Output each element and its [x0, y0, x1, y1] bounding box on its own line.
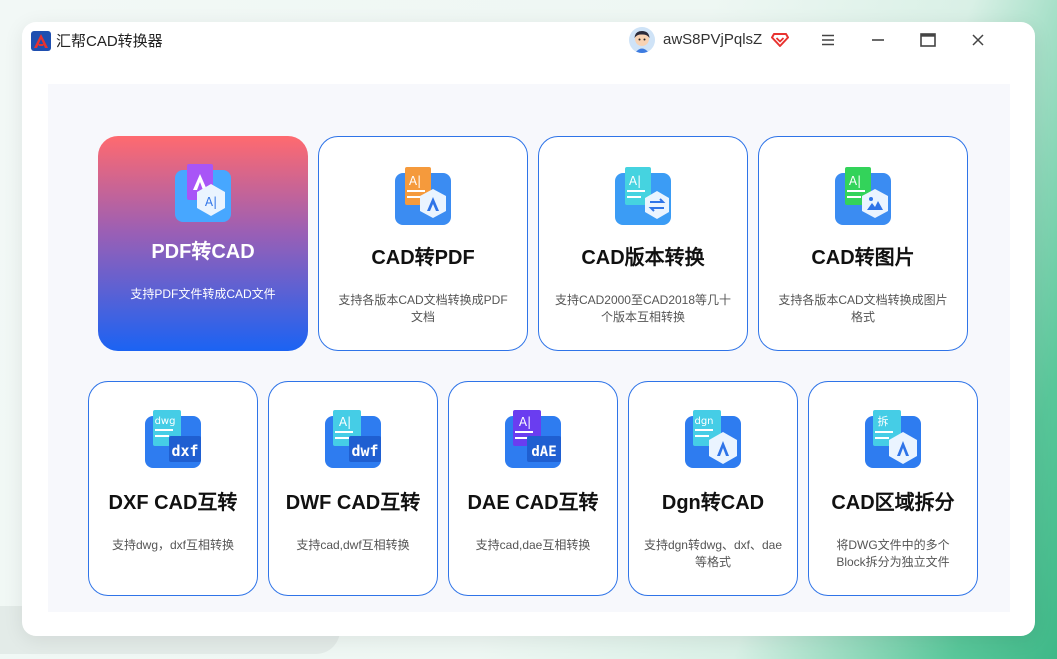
card-dae[interactable]: A| dAE DAE CAD互转 支持cad,dae互相转换	[448, 381, 618, 596]
card-description: 支持各版本CAD文档转换成图片格式	[778, 293, 948, 324]
split-tag: 拆	[878, 414, 889, 428]
card-dwf[interactable]: A| dwf DWF CAD互转 支持cad,dwf互相转换	[268, 381, 438, 596]
title-bar: 汇帮CAD转换器 awS8PVjPqlsZ	[26, 22, 988, 62]
close-button[interactable]	[967, 29, 989, 51]
card-title: CAD区域拆分	[831, 492, 955, 514]
card-title: CAD转PDF	[371, 247, 475, 269]
menu-button[interactable]	[817, 29, 839, 51]
card-description: 支持dwg，dxf互相转换	[111, 538, 235, 552]
app-logo-icon	[31, 31, 51, 51]
dwg-tag: dwg	[155, 416, 176, 427]
card-description: 支持CAD2000至CAD2018等几十个版本互相转换	[554, 293, 732, 324]
card-cad-to-pdf[interactable]: A| CAD转PDF 支持各版本CAD文档转换成PDF文档	[318, 136, 528, 351]
svg-text:A|: A|	[409, 174, 421, 188]
svg-text:A|: A|	[519, 415, 531, 429]
card-pdf-to-cad[interactable]: A| PDF转CAD 支持PDF文件转成CAD文件	[98, 136, 308, 351]
vip-diamond-icon[interactable]	[771, 30, 789, 48]
dae-icon: A| dAE	[505, 410, 561, 468]
card-title: CAD转图片	[811, 247, 915, 269]
card-description: 支持PDF文件转成CAD文件	[130, 287, 276, 301]
avatar-icon	[629, 27, 655, 53]
dxf-icon: dwg dxf	[145, 410, 201, 468]
card-description: 将DWG文件中的多个Block拆分为独立文件	[836, 538, 950, 569]
dwf-icon: A| dwf	[325, 410, 381, 468]
cad-to-pdf-icon: A|	[395, 167, 451, 225]
svg-text:A|: A|	[205, 195, 217, 209]
card-cad-to-image[interactable]: A| CAD转图片 支持各版本CAD文档转换成图片格式	[758, 136, 968, 351]
card-title: DAE CAD互转	[467, 492, 599, 514]
dxf-badge: dxf	[171, 442, 198, 460]
card-split[interactable]: 拆 CAD区域拆分 将DWG文件中的多个Block拆分为独立文件	[808, 381, 978, 596]
card-cad-version[interactable]: A| CAD版本转换 支持CAD2000至CAD2018等几十个版本互相转换	[538, 136, 748, 351]
card-description: 支持dgn转dwg、dxf、dae等格式	[643, 538, 783, 569]
username[interactable]: awS8PVjPqlsZ	[663, 30, 762, 50]
dgn-tag: dgn	[694, 416, 713, 427]
cad-to-image-icon: A|	[835, 167, 891, 225]
card-title: CAD版本转换	[581, 247, 705, 269]
svg-text:A|: A|	[629, 174, 641, 188]
pdf-to-cad-icon: A|	[175, 164, 231, 222]
card-description: 支持cad,dwf互相转换	[296, 538, 410, 552]
dgn-icon: dgn	[685, 410, 741, 468]
card-description: 支持cad,dae互相转换	[475, 538, 591, 552]
card-dxf[interactable]: dwg dxf DXF CAD互转 支持dwg，dxf互相转换	[88, 381, 258, 596]
svg-text:A|: A|	[339, 415, 351, 429]
card-title: DXF CAD互转	[108, 492, 238, 514]
maximize-button[interactable]	[917, 29, 939, 51]
card-dgn[interactable]: dgn Dgn转CAD 支持dgn转dwg、dxf、dae等格式	[628, 381, 798, 596]
dae-badge: dAE	[531, 444, 556, 460]
cad-version-icon: A|	[615, 167, 671, 225]
main-content: A| PDF转CAD 支持PDF文件转成CAD文件 A| CAD转PDF 支持各…	[48, 84, 1010, 612]
card-description: 支持各版本CAD文档转换成PDF文档	[338, 293, 508, 324]
app-title: 汇帮CAD转换器	[56, 33, 163, 50]
split-icon: 拆	[865, 410, 921, 468]
svg-text:A|: A|	[849, 174, 861, 188]
card-title: Dgn转CAD	[661, 492, 765, 514]
card-title: DWF CAD互转	[285, 492, 421, 514]
minimize-button[interactable]	[867, 29, 889, 51]
card-title: PDF转CAD	[151, 241, 255, 263]
dwf-badge: dwf	[351, 442, 378, 460]
avatar[interactable]	[629, 27, 655, 53]
